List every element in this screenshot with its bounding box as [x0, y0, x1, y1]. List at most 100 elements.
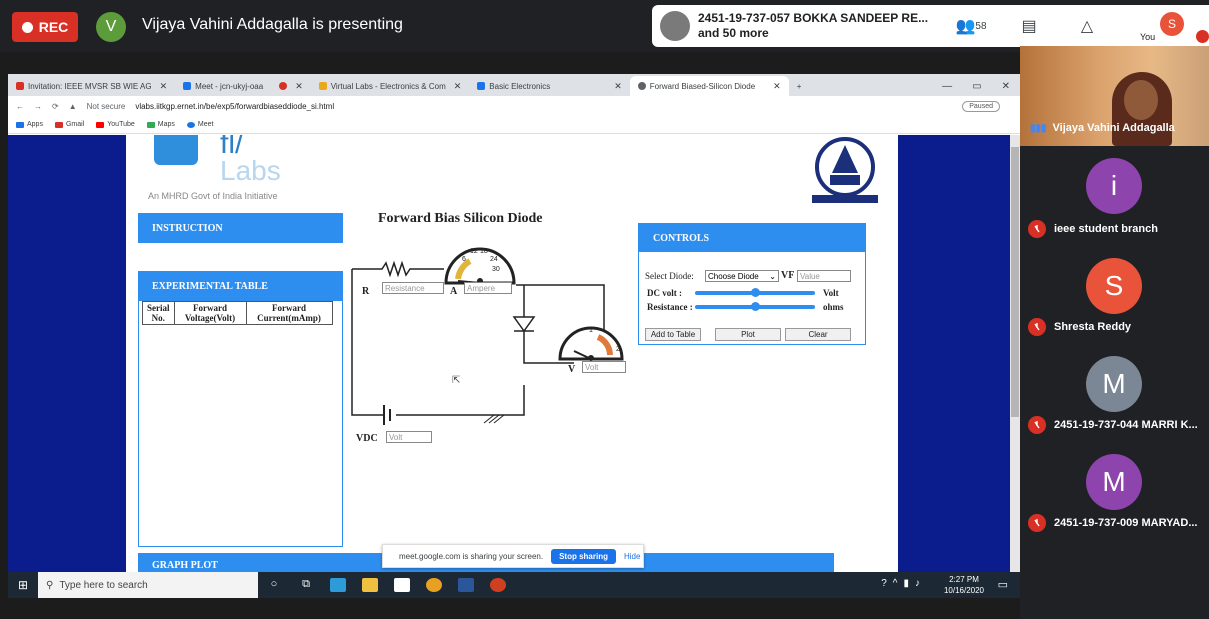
close-icon[interactable]: ✕ — [295, 81, 303, 92]
search-placeholder: Type here to search — [59, 579, 148, 591]
forward-icon[interactable]: → — [34, 102, 42, 111]
add-to-table-button[interactable]: Add to Table — [645, 328, 701, 341]
presenter-tile[interactable]: ▮▮▮ Vijaya Vahini Addagalla — [1020, 46, 1209, 146]
browser-tab[interactable]: Invitation: IEEE MVSR SB WIE AG ✕ — [8, 76, 175, 96]
maximize-icon[interactable]: ▭ — [972, 81, 981, 92]
scroll-thumb[interactable] — [1011, 147, 1019, 417]
participant-avatar[interactable]: S — [1086, 258, 1142, 314]
reload-icon[interactable]: ⟳ — [52, 102, 59, 111]
participant-more: and 50 more — [698, 26, 769, 40]
speaking-icon: ▮▮▮ — [1030, 122, 1047, 134]
minimize-icon[interactable]: — — [942, 81, 952, 92]
notifications-icon[interactable]: ▭ — [998, 578, 1008, 591]
task-view-icon[interactable]: ⧉ — [298, 578, 314, 592]
diode-select[interactable]: Choose Diode ⌄ — [705, 270, 779, 282]
browser-tab-active[interactable]: Forward Biased-Silicon Diode ✕ — [629, 76, 789, 96]
bookmark-maps[interactable]: Maps — [146, 121, 175, 128]
controls-panel: CONTROLS Select Diode: Choose Diode ⌄ VF … — [638, 223, 866, 345]
resistance-slider-handle[interactable] — [751, 302, 760, 311]
participant-avatar — [660, 11, 690, 41]
help-icon[interactable]: ? — [881, 578, 887, 589]
profile-paused-button[interactable]: Paused — [962, 100, 1000, 112]
dc-volt-slider-handle[interactable] — [751, 288, 760, 297]
new-tab-button[interactable]: + — [789, 76, 810, 96]
screen-share-banner: meet.google.com is sharing your screen. … — [382, 544, 644, 568]
browser-tab[interactable]: Meet - jcn-ukyj-oaa — [175, 76, 271, 96]
bookmark-apps[interactable]: Apps — [16, 121, 43, 128]
people-button[interactable]: 👥 58 — [942, 16, 1000, 36]
start-button[interactable]: ⊞ — [8, 578, 38, 592]
chevron-up-icon[interactable]: ^ — [893, 578, 898, 589]
presenting-status: Vijaya Vahini Addagalla is presenting — [142, 16, 403, 33]
voltmeter-tick: 1 — [589, 327, 593, 334]
bookmark-gmail[interactable]: Gmail — [54, 121, 84, 128]
bookmark-youtube[interactable]: YouTube — [96, 121, 135, 128]
participant-tile[interactable]: 2451-19-737-009 MARYAD... — [1028, 514, 1197, 532]
taskbar-clock[interactable]: 2:27 PM 10/16/2020 — [944, 574, 984, 596]
shared-screen: Invitation: IEEE MVSR SB WIE AG ✕ Meet - … — [8, 74, 1020, 598]
cortana-icon[interactable]: ○ — [266, 578, 282, 592]
participant-count: 58 — [975, 20, 987, 32]
volume-icon[interactable]: ♪ — [915, 578, 920, 589]
voltmeter-label: V — [568, 364, 576, 375]
browser-tab[interactable]: Virtual Labs - Electronics & Com ✕ — [311, 76, 470, 96]
close-icon[interactable]: ✕ — [454, 81, 462, 92]
back-icon[interactable]: ← — [16, 102, 24, 111]
vf-value-input[interactable]: Value — [797, 270, 851, 282]
chrome-icon[interactable] — [426, 578, 442, 592]
gmail-icon — [16, 82, 24, 90]
windows-taskbar: ⊞ ⚲ Type here to search ○ ⧉ ? ^ ▮ ♪ 2:27… — [8, 572, 1020, 598]
tab-label: Virtual Labs - Electronics & Com — [330, 81, 446, 91]
warning-icon[interactable]: ▲ — [69, 102, 77, 111]
url-field[interactable]: vlabs.iitkgp.ernet.in/be/exp5/forwardbia… — [135, 102, 334, 111]
browser-tab[interactable]: Basic Electronics ✕ — [469, 76, 629, 96]
close-icon[interactable]: ✕ — [773, 81, 781, 92]
plot-button[interactable]: Plot — [715, 328, 781, 341]
instruction-header[interactable]: INSTRUCTION — [138, 213, 343, 243]
recording-icon — [279, 82, 288, 90]
close-icon[interactable]: ✕ — [160, 81, 168, 92]
meet-icon — [183, 82, 192, 90]
participant-tile[interactable]: 2451-19-737-044 MARRI K... — [1028, 416, 1198, 434]
media-icon[interactable] — [490, 578, 506, 592]
recording-indicator[interactable]: REC — [12, 12, 78, 42]
word-icon[interactable] — [458, 578, 474, 592]
clear-button[interactable]: Clear — [785, 328, 851, 341]
chat-button[interactable]: ▤ — [1000, 16, 1058, 36]
participant-tile[interactable]: Shresta Reddy — [1028, 318, 1131, 336]
presenter-name-tag: ▮▮▮ Vijaya Vahini Addagalla — [1030, 122, 1175, 134]
vdc-output[interactable]: Volt — [386, 431, 432, 443]
security-status: Not secure — [86, 101, 126, 111]
volt-output[interactable]: Volt — [582, 361, 626, 373]
participant-avatar[interactable]: M — [1086, 454, 1142, 510]
store-icon[interactable] — [394, 578, 410, 592]
close-window-icon[interactable]: ✕ — [1002, 81, 1010, 92]
page-scrollbar[interactable] — [1010, 135, 1020, 573]
ammeter-gauge — [444, 247, 516, 285]
hide-banner-link[interactable]: Hide — [624, 552, 640, 561]
gmail-icon — [54, 121, 63, 128]
chevron-down-icon: ⌄ — [769, 271, 776, 281]
ammeter-tick: 12 — [470, 248, 478, 255]
bookmark-meet[interactable]: Meet — [186, 121, 213, 128]
participant-avatar[interactable]: M — [1086, 356, 1142, 412]
network-icon[interactable]: ▮ — [903, 578, 909, 589]
stop-sharing-button[interactable]: Stop sharing — [551, 548, 616, 564]
rec-label: REC — [38, 19, 69, 35]
ampere-output[interactable]: Ampere — [464, 282, 512, 294]
logo-wordmark-bottom: Labs — [220, 155, 281, 186]
taskbar-search[interactable]: ⚲ Type here to search — [38, 572, 258, 598]
participant-avatar[interactable]: i — [1086, 158, 1142, 214]
activities-button[interactable]: △ — [1058, 16, 1116, 36]
resistance-output[interactable]: Resistance — [382, 282, 444, 294]
voltmeter-tick: 2 — [616, 346, 620, 353]
meet-window: REC V Vijaya Vahini Addagalla is present… — [0, 0, 1209, 619]
participant-tile[interactable]: ieee student branch — [1028, 220, 1158, 238]
ammeter-tick: 30 — [492, 266, 500, 273]
participant-preview[interactable]: 2451-19-737-057 BOKKA SANDEEP RE... and … — [652, 5, 942, 47]
close-icon[interactable]: ✕ — [614, 81, 622, 92]
browser-tab[interactable]: ✕ — [271, 76, 311, 96]
file-explorer-icon[interactable] — [362, 578, 378, 592]
self-avatar[interactable]: S — [1160, 12, 1184, 36]
edge-icon[interactable] — [330, 578, 346, 592]
